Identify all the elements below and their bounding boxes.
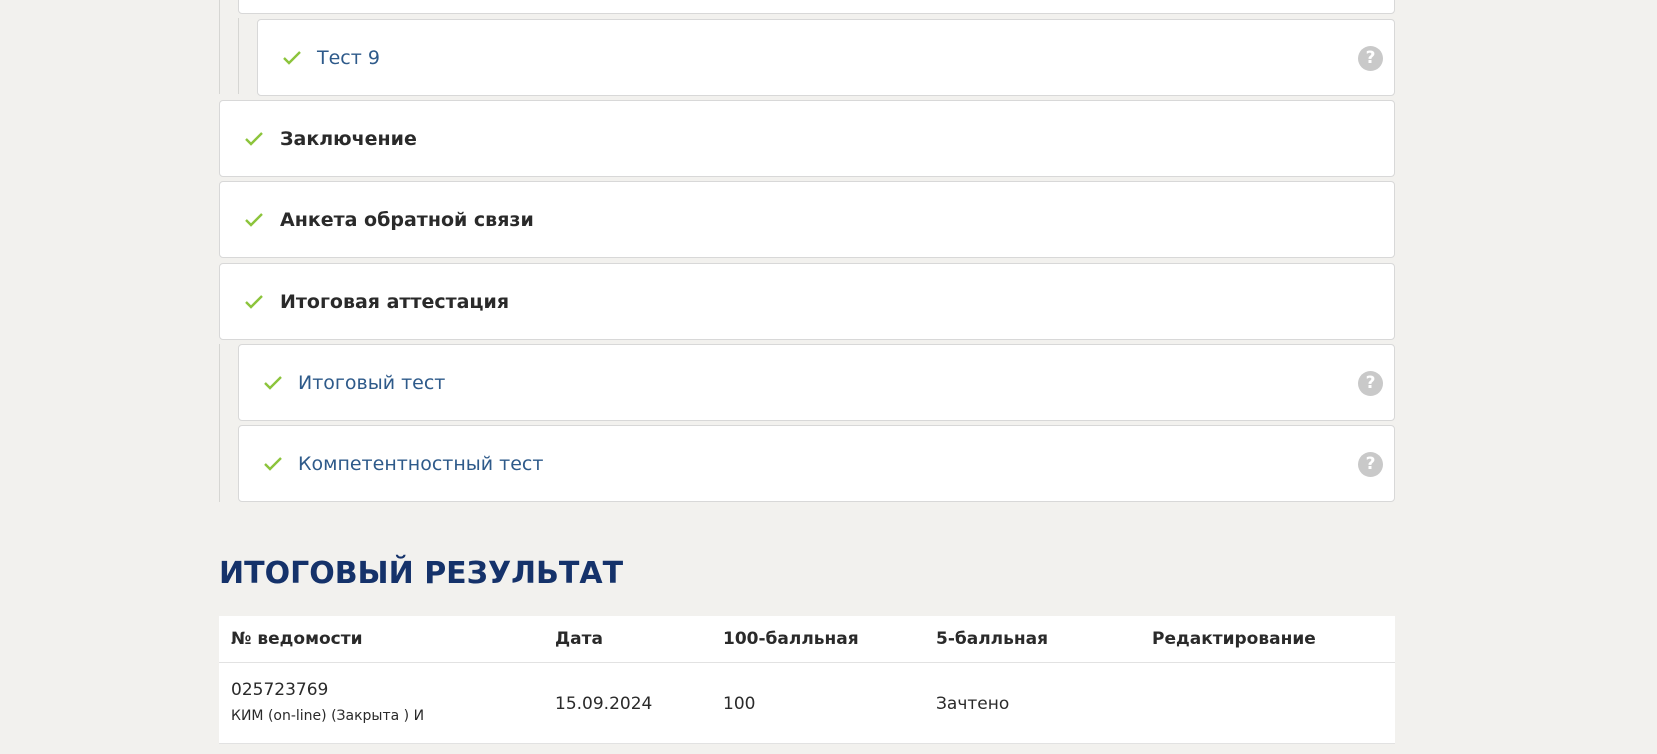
tree-line bbox=[238, 18, 239, 94]
table-row: 025723769 КИМ (on-line) (Закрыта ) И 15.… bbox=[219, 663, 1395, 744]
table-header: № ведомости Дата 100-балльная 5-балльная… bbox=[219, 616, 1395, 663]
tree-line bbox=[219, 344, 220, 502]
module-title-conclusion: Заключение bbox=[280, 128, 417, 150]
column-header-date: Дата bbox=[555, 629, 603, 649]
record-kim: КИМ (on-line) (Закрыта ) И bbox=[231, 708, 425, 724]
question-circle-icon[interactable]: ? bbox=[1358, 452, 1383, 477]
column-header-number: № ведомости bbox=[231, 629, 363, 649]
check-icon bbox=[245, 132, 263, 146]
check-icon bbox=[283, 51, 301, 65]
module-card-test9[interactable]: Тест 9 ? bbox=[257, 19, 1395, 96]
tree-line bbox=[219, 0, 220, 94]
module-card-conclusion[interactable]: Заключение bbox=[219, 100, 1395, 177]
column-header-score100: 100-балльная bbox=[723, 629, 859, 649]
check-icon bbox=[245, 295, 263, 309]
module-card-competency-test[interactable]: Компетентностный тест ? bbox=[238, 425, 1395, 502]
final-result-heading: ИТОГОВЫЙ РЕЗУЛЬТАТ bbox=[219, 556, 624, 591]
result-table: № ведомости Дата 100-балльная 5-балльная… bbox=[219, 616, 1395, 744]
module-link-test9[interactable]: Тест 9 bbox=[317, 47, 380, 69]
question-circle-icon[interactable]: ? bbox=[1358, 371, 1383, 396]
column-header-score5: 5-балльная bbox=[936, 629, 1049, 649]
record-date: 15.09.2024 bbox=[555, 694, 653, 714]
module-card-final-test[interactable]: Итоговый тест ? bbox=[238, 344, 1395, 421]
module-link-final-test[interactable]: Итоговый тест bbox=[298, 372, 445, 394]
module-title-feedback: Анкета обратной связи bbox=[280, 209, 534, 231]
check-icon bbox=[245, 213, 263, 227]
question-circle-icon[interactable]: ? bbox=[1358, 46, 1383, 71]
record-score5: Зачтено bbox=[936, 694, 1010, 714]
module-title-final-attestation: Итоговая аттестация bbox=[280, 291, 510, 313]
check-icon bbox=[264, 457, 282, 471]
module-card-feedback[interactable]: Анкета обратной связи bbox=[219, 181, 1395, 258]
check-icon bbox=[264, 376, 282, 390]
module-card-previous[interactable] bbox=[238, 0, 1395, 14]
column-header-edit: Редактирование bbox=[1152, 629, 1316, 649]
module-link-competency-test[interactable]: Компетентностный тест bbox=[298, 453, 543, 475]
record-number: 025723769 bbox=[231, 680, 329, 700]
module-card-final-attestation[interactable]: Итоговая аттестация bbox=[219, 263, 1395, 340]
record-score100: 100 bbox=[723, 694, 756, 714]
